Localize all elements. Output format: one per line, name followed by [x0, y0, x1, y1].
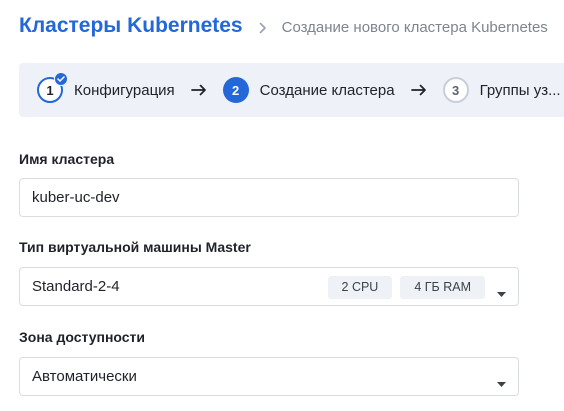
master-vm-type-value: Standard-2-4	[32, 278, 120, 295]
breadcrumb-current: Создание нового кластера Kubernetes	[281, 19, 548, 36]
step-label: Создание кластера	[259, 81, 395, 99]
master-vm-type-select[interactable]: Standard-2-4 2 CPU 4 ГБ RAM	[19, 267, 519, 306]
cluster-name-input[interactable]: kuber-uc-dev	[19, 178, 519, 217]
chevron-down-icon	[497, 284, 506, 301]
step-cluster-creation[interactable]: 2 Создание кластера	[222, 77, 395, 103]
master-vm-type-label: Тип виртуальной машины Master	[19, 239, 251, 255]
chevron-down-icon	[497, 374, 506, 391]
checkmark-icon	[54, 72, 68, 86]
cpu-badge: 2 CPU	[327, 276, 393, 299]
wizard-stepper: 1 Конфигурация 2 Создание кластера 3 Гру…	[19, 63, 564, 117]
availability-zone-select[interactable]: Автоматически	[19, 357, 519, 396]
chevron-right-icon	[259, 20, 267, 34]
step-label: Конфигурация	[74, 81, 175, 99]
cluster-name-label: Имя кластера	[19, 151, 115, 167]
step-number: 3	[442, 77, 469, 103]
arrow-right-icon	[190, 84, 207, 96]
step-label: Группы уз...	[479, 81, 561, 99]
ram-badge: 4 ГБ RAM	[400, 276, 485, 299]
breadcrumb-root-link[interactable]: Кластеры Kubernetes	[19, 14, 243, 38]
cluster-name-value: kuber-uc-dev	[32, 189, 120, 206]
step-number: 1	[37, 72, 68, 103]
step-configuration[interactable]: 1 Конфигурация	[37, 72, 175, 103]
breadcrumb: Кластеры Kubernetes Создание нового клас…	[19, 14, 548, 38]
arrow-right-icon	[410, 84, 427, 96]
availability-zone-label: Зона доступности	[19, 329, 146, 345]
step-number: 2	[222, 77, 249, 103]
vm-spec-tags: 2 CPU 4 ГБ RAM	[320, 276, 485, 299]
step-node-groups[interactable]: 3 Группы уз...	[442, 77, 561, 103]
availability-zone-value: Автоматически	[32, 368, 137, 385]
